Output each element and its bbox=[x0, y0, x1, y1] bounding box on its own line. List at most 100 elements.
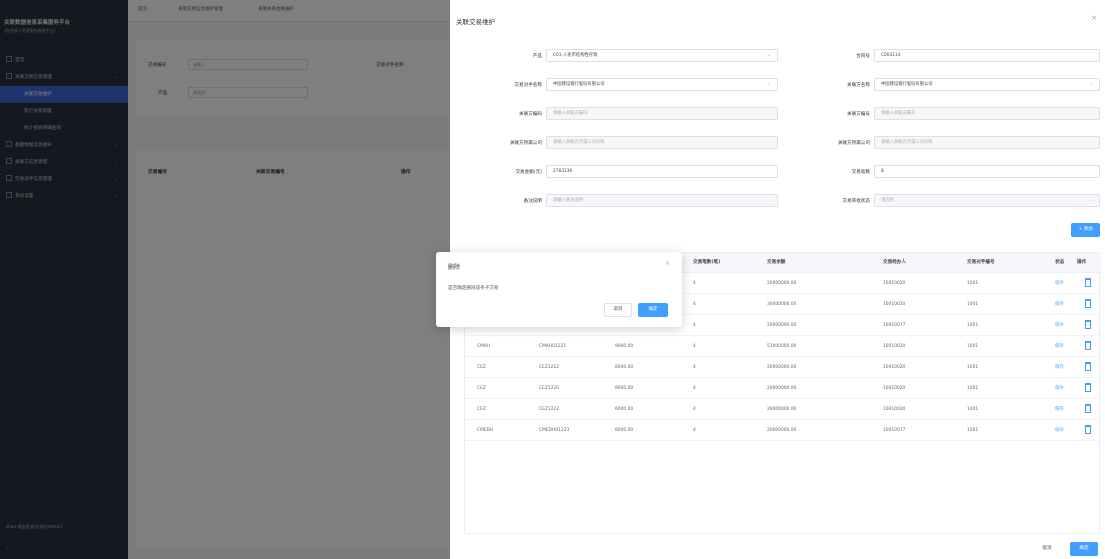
label-product: 产品 bbox=[532, 54, 542, 59]
input-related-code[interactable]: 请输入关联方编号 bbox=[874, 107, 1100, 120]
select-status[interactable]: 请选择 ⌄ bbox=[874, 194, 1100, 207]
label-count: 交易笔数 bbox=[851, 170, 870, 175]
table-cell: CMAH bbox=[477, 344, 491, 349]
dialog-ok-button[interactable]: 确定 bbox=[638, 303, 668, 317]
input-amount[interactable]: 2783136 bbox=[546, 165, 778, 178]
table-cell: 4 bbox=[693, 302, 696, 307]
chevron-down-icon: ⌄ bbox=[1088, 197, 1093, 203]
label-related-code: 关联方编号 bbox=[847, 112, 870, 117]
input-related-company2[interactable]: 请输入关联方所属公司名称 bbox=[874, 136, 1100, 149]
dialog-title: 删除 bbox=[448, 264, 461, 271]
table-cell: 4 bbox=[693, 344, 696, 349]
trash-icon[interactable] bbox=[1085, 320, 1091, 329]
column-header: 交易经办人 bbox=[883, 260, 906, 265]
table-cell: CEZ bbox=[477, 365, 486, 370]
table-cell: 51000000.00 bbox=[767, 344, 797, 349]
label-related-party: 关联方编码 bbox=[519, 112, 542, 117]
chevron-down-icon: ⌄ bbox=[1088, 81, 1093, 87]
table-row: CEZ CEZ1220 8000.00 4 20000000.00 10010020 100… bbox=[465, 378, 1101, 399]
table-cell: 1001 bbox=[967, 365, 979, 370]
drawer-footer: 取消 确定 bbox=[450, 540, 1105, 559]
select-product[interactable]: C01-人民币结构性存款 ⌄ bbox=[546, 49, 778, 62]
table-cell: 1001 bbox=[967, 407, 979, 412]
table-cell: 1001 bbox=[967, 428, 979, 433]
chevron-down-icon: ⌄ bbox=[766, 52, 771, 58]
close-icon[interactable]: × bbox=[665, 260, 670, 267]
table-cell: 10010020 bbox=[883, 281, 906, 286]
trash-icon[interactable] bbox=[1085, 299, 1091, 308]
drawer-title: 关联交易维护 bbox=[456, 18, 495, 26]
save-link[interactable]: 保存 bbox=[1055, 357, 1064, 378]
column-header: 状态 bbox=[1055, 260, 1065, 265]
input-count[interactable]: 8 bbox=[874, 165, 1100, 178]
close-icon[interactable]: × bbox=[1091, 14, 1097, 22]
table-cell: 10010020 bbox=[883, 344, 906, 349]
table-cell: CEZ1220 bbox=[539, 386, 560, 391]
label-contract: 合同号 bbox=[856, 54, 870, 59]
table-cell: 10010077 bbox=[883, 323, 906, 328]
table-cell: CMAH01221 bbox=[539, 344, 567, 349]
trash-icon[interactable] bbox=[1085, 383, 1091, 392]
column-header: 交易笔数(笔) bbox=[693, 260, 721, 265]
delete-confirm-dialog: 删除 × 是否确定删除该条子交易 取消 确定 bbox=[436, 252, 682, 327]
table-row: CEZ CEZ1222 6000.00 4 20000000.00 10010020 100… bbox=[465, 399, 1101, 420]
table-cell: 4 bbox=[693, 365, 696, 370]
table-cell: 4 bbox=[693, 386, 696, 391]
chevron-down-icon: ⌄ bbox=[766, 81, 771, 87]
select-related-name[interactable]: 中国建设银行股份有限公司 ⌄ bbox=[874, 78, 1100, 91]
save-link[interactable]: 保存 bbox=[1055, 399, 1064, 420]
table-cell: 4 bbox=[693, 407, 696, 412]
trash-icon[interactable] bbox=[1085, 425, 1091, 434]
table-cell: CEZ bbox=[477, 407, 486, 412]
add-row-button[interactable]: + 添加 bbox=[1071, 223, 1100, 237]
select-counterparty[interactable]: 中国建设银行股份有限公司 ⌄ bbox=[546, 78, 778, 91]
table-cell: 20000000.00 bbox=[767, 386, 797, 391]
label-counterparty: 交易对手名称 bbox=[514, 83, 542, 88]
save-link[interactable]: 保存 bbox=[1055, 336, 1064, 357]
drawer-cancel-button[interactable]: 取消 bbox=[1035, 542, 1059, 556]
dialog-cancel-button[interactable]: 取消 bbox=[604, 303, 632, 317]
trash-icon[interactable] bbox=[1085, 362, 1091, 371]
trash-icon[interactable] bbox=[1085, 341, 1091, 350]
input-remark[interactable]: 请输入备注说明 bbox=[546, 194, 778, 207]
column-header: 操作 bbox=[1077, 260, 1087, 265]
label-related-company2: 关联方所属公司 bbox=[837, 141, 870, 146]
table-cell: 20000000.00 bbox=[767, 365, 797, 370]
label-remark: 备注说明 bbox=[523, 199, 542, 204]
table-cell: 8000.00 bbox=[615, 386, 634, 391]
dialog-message: 是否确定删除该条子交易 bbox=[448, 286, 499, 291]
table-cell: 1001 bbox=[967, 302, 979, 307]
drawer-ok-button[interactable]: 确定 bbox=[1070, 542, 1098, 556]
table-cell: 4 bbox=[693, 281, 696, 286]
table-cell: 1001 bbox=[967, 323, 979, 328]
trash-icon[interactable] bbox=[1085, 278, 1091, 287]
label-related-name: 关联方名称 bbox=[847, 83, 870, 88]
table-cell: CEZ1222 bbox=[539, 365, 560, 370]
table-cell: 10010020 bbox=[883, 365, 906, 370]
table-cell: 9000.00 bbox=[615, 344, 634, 349]
save-link[interactable]: 保存 bbox=[1055, 294, 1064, 315]
table-cell: 10010020 bbox=[883, 386, 906, 391]
table-cell: 4 bbox=[693, 323, 696, 328]
table-cell: CEZ1222 bbox=[539, 407, 560, 412]
input-related-party[interactable]: 请输入关联方编码 bbox=[546, 107, 778, 120]
table-row: CEZ CEZ1222 8000.00 4 20000000.00 10010020 100… bbox=[465, 357, 1101, 378]
table-cell: 10010020 bbox=[883, 302, 906, 307]
table-cell: 30000000.00 bbox=[767, 302, 797, 307]
input-related-company[interactable]: 请输入关联方所属公司名称 bbox=[546, 136, 778, 149]
input-contract[interactable]: C003114 bbox=[874, 49, 1100, 62]
save-link[interactable]: 保存 bbox=[1055, 420, 1064, 441]
save-link[interactable]: 保存 bbox=[1055, 378, 1064, 399]
label-related-company: 关联方所属公司 bbox=[509, 141, 542, 146]
table-cell: 8000.00 bbox=[615, 428, 634, 433]
table-cell: 4 bbox=[693, 428, 696, 433]
table-cell: 1001 bbox=[967, 344, 979, 349]
label-amount: 交易金额(元) bbox=[515, 170, 542, 175]
column-header: 交易余额 bbox=[767, 260, 786, 265]
table-cell: 1001 bbox=[967, 281, 979, 286]
trash-icon[interactable] bbox=[1085, 404, 1091, 413]
table-cell: CMEDH bbox=[477, 428, 494, 433]
save-link[interactable]: 保存 bbox=[1055, 315, 1064, 336]
table-cell: 8000.00 bbox=[615, 365, 634, 370]
save-link[interactable]: 保存 bbox=[1055, 273, 1064, 294]
